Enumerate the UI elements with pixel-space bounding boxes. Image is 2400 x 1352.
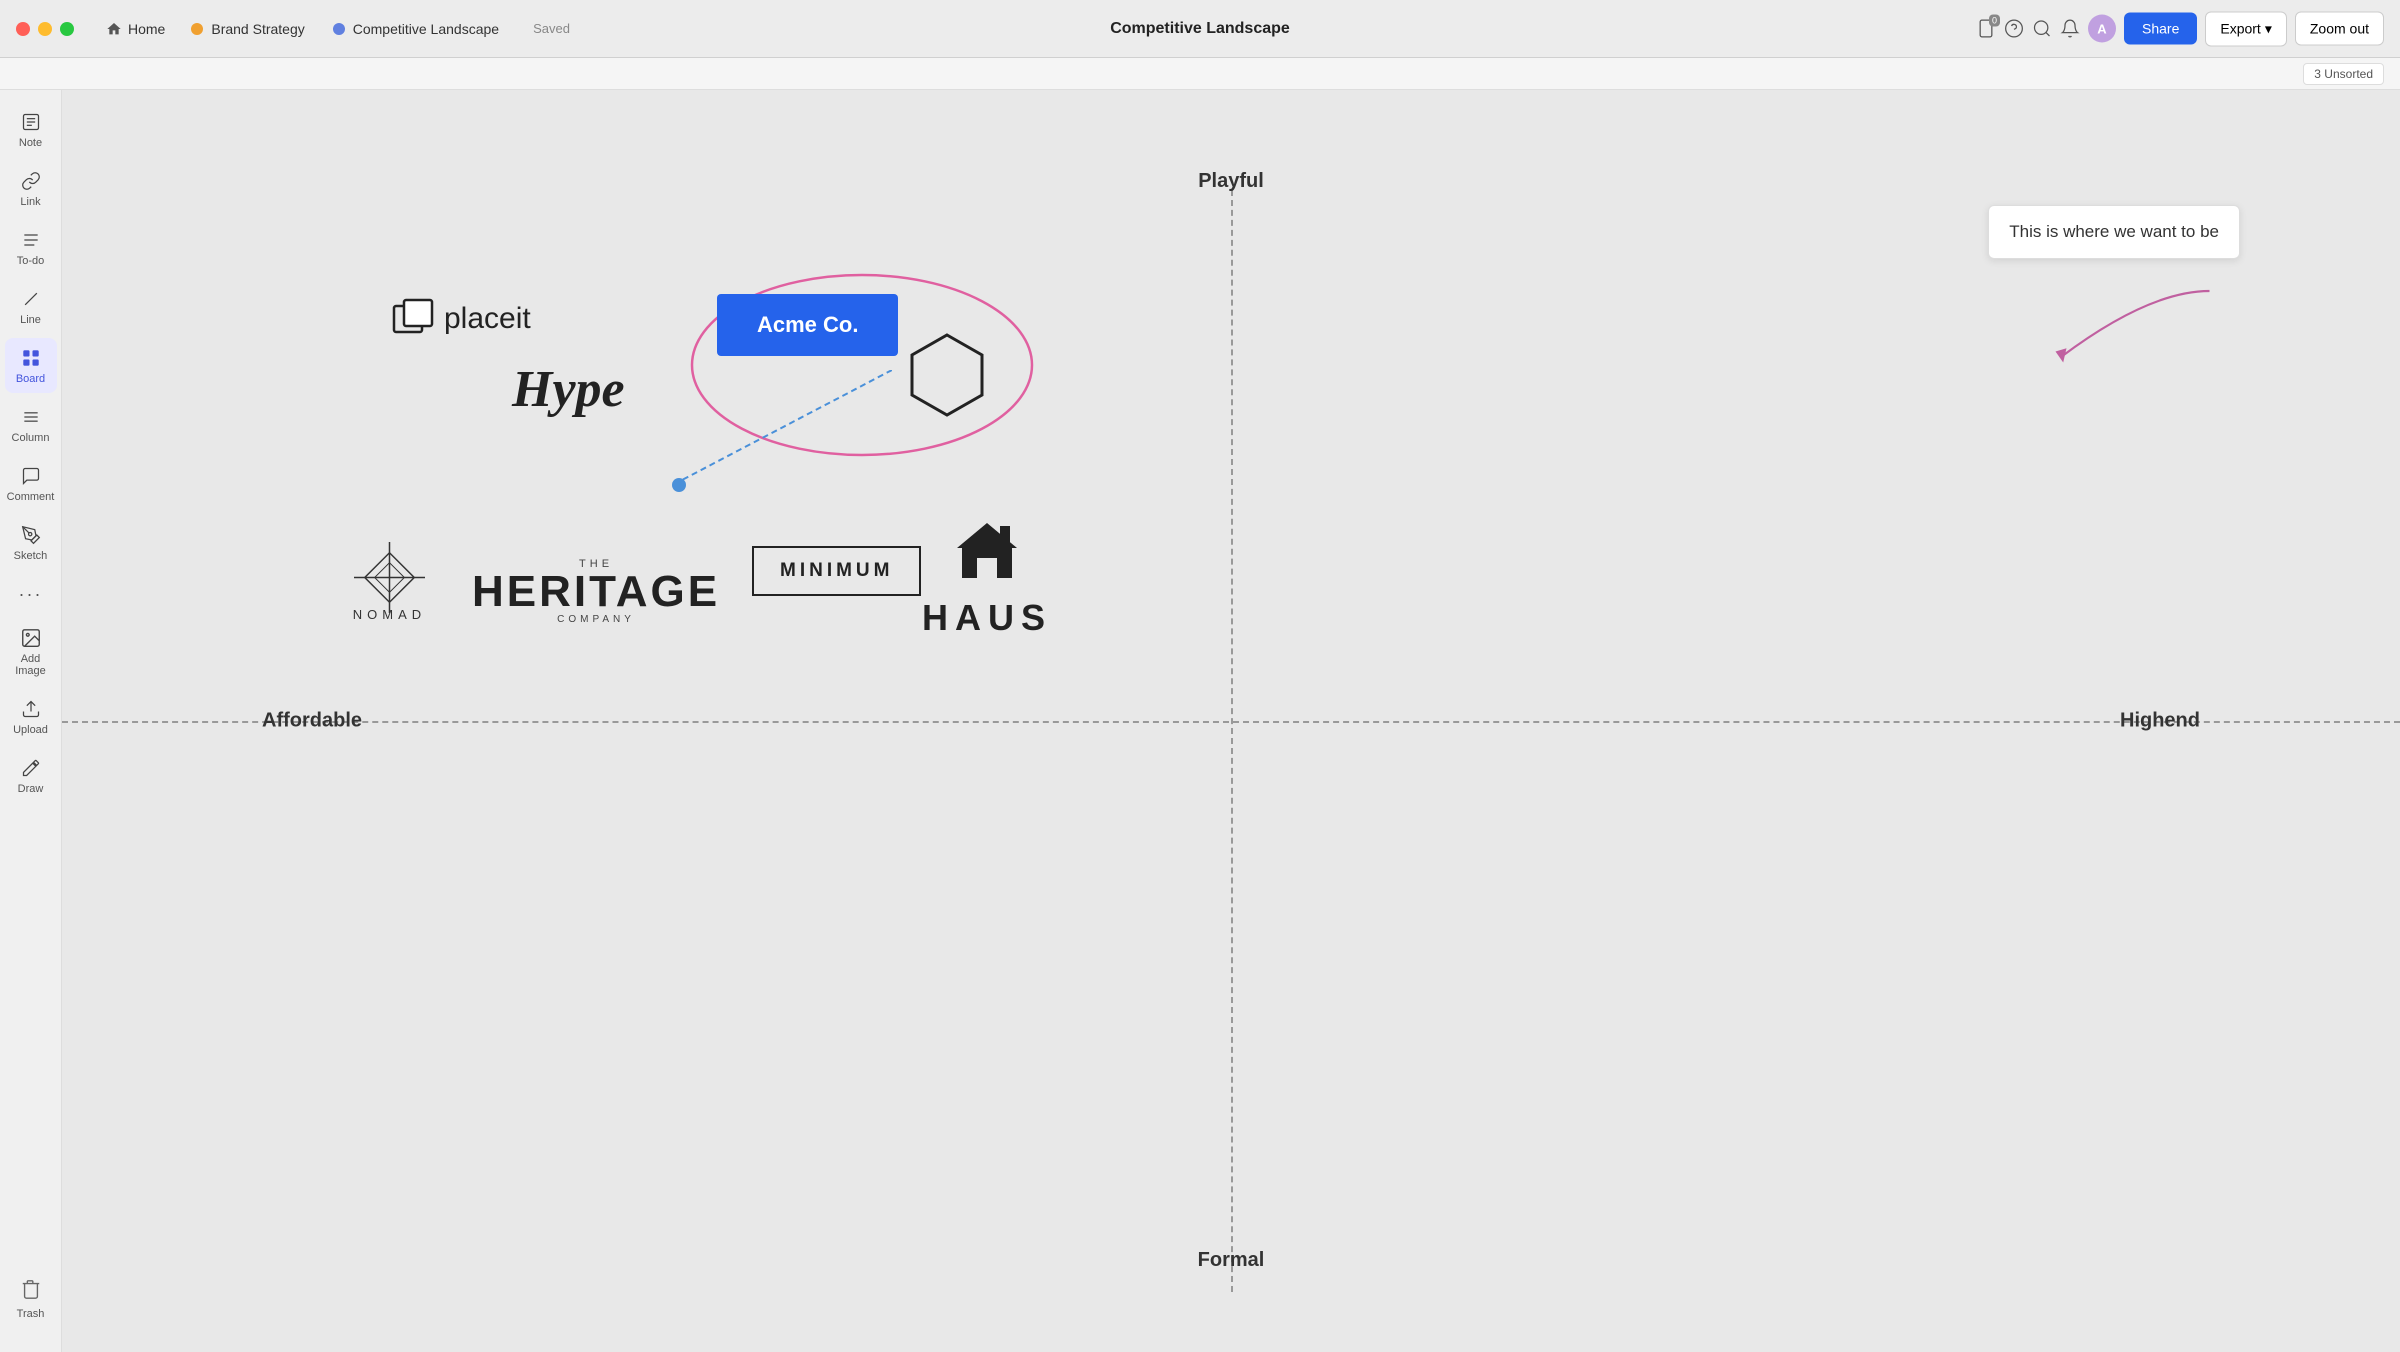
sidebar: Note Link To-do Line Board — [0, 90, 62, 1352]
close-button[interactable] — [16, 22, 30, 36]
sidebar-todo-label: To-do — [17, 255, 45, 267]
minimize-button[interactable] — [38, 22, 52, 36]
tab-brand-strategy-label: Brand Strategy — [211, 21, 304, 37]
sidebar-comment-label: Comment — [7, 491, 55, 503]
gem-icon — [902, 330, 992, 420]
sidebar-board-label: Board — [16, 373, 45, 385]
axis-vertical — [1231, 190, 1233, 1292]
upload-icon — [19, 697, 43, 721]
brand-nomad: NOMAD — [352, 540, 427, 622]
home-icon — [106, 21, 122, 37]
home-tab[interactable]: Home — [94, 15, 177, 43]
dashed-line-svg — [662, 370, 892, 490]
acme-box[interactable]: Acme Co. — [717, 294, 898, 356]
trash-icon — [20, 1278, 42, 1305]
label-affordable: Affordable — [262, 710, 362, 733]
traffic-lights — [16, 22, 74, 36]
comment-icon — [19, 464, 43, 488]
placeit-icon — [392, 298, 434, 340]
haus-icon — [952, 518, 1022, 588]
placeit-text: placeit — [444, 302, 531, 336]
haus-text: HAUS — [922, 597, 1052, 639]
device-badge: 0 — [1989, 15, 2000, 27]
sidebar-item-sketch[interactable]: Sketch — [5, 515, 57, 570]
label-formal: Formal — [1198, 1249, 1265, 1272]
tab-competitive-landscape-label: Competitive Landscape — [353, 21, 499, 37]
note-icon — [19, 110, 43, 134]
sidebar-item-todo[interactable]: To-do — [5, 220, 57, 275]
toolbar-right: 0 A Share Export ▾ Zoom out — [1976, 11, 2384, 46]
device-icon[interactable]: 0 — [1976, 19, 1996, 39]
sidebar-item-column[interactable]: Column — [5, 397, 57, 452]
search-icon[interactable] — [2032, 19, 2052, 39]
nomad-text: NOMAD — [353, 607, 426, 622]
minimum-text: MINIMUM — [780, 560, 893, 581]
sidebar-trash-label: Trash — [17, 1308, 45, 1320]
sidebar-item-draw[interactable]: Draw — [5, 748, 57, 803]
chevron-down-icon: ▾ — [2265, 20, 2272, 37]
addimage-icon — [19, 626, 43, 650]
export-button[interactable]: Export ▾ — [2205, 11, 2287, 46]
sidebar-link-label: Link — [20, 196, 40, 208]
brand-haus: HAUS — [922, 518, 1052, 639]
board-icon — [19, 346, 43, 370]
avatar[interactable]: A — [2088, 15, 2116, 43]
sidebar-note-label: Note — [19, 137, 42, 149]
line-icon — [19, 287, 43, 311]
main-layout: Note Link To-do Line Board — [0, 90, 2400, 1352]
notification-icon[interactable] — [2060, 19, 2080, 39]
sidebar-item-note[interactable]: Note — [5, 102, 57, 157]
home-label: Home — [128, 21, 165, 37]
sidebar-item-board[interactable]: Board — [5, 338, 57, 393]
page-title: Competitive Landscape — [1110, 20, 1290, 38]
brand-hype: Hype — [512, 360, 625, 419]
help-icon[interactable] — [2004, 19, 2024, 39]
tooltip-text: This is where we want to be — [2009, 222, 2219, 241]
sidebar-draw-label: Draw — [18, 783, 44, 795]
share-button[interactable]: Share — [2124, 13, 2197, 45]
brand-placeit: placeit — [392, 298, 531, 340]
sidebar-item-more[interactable]: ··· — [5, 574, 57, 614]
zoomout-button[interactable]: Zoom out — [2295, 12, 2384, 46]
tab-dot-orange — [191, 23, 203, 35]
sidebar-column-label: Column — [12, 432, 50, 444]
canvas[interactable]: Playful Formal Affordable Highend This i… — [62, 90, 2400, 1352]
sidebar-line-label: Line — [20, 314, 41, 326]
sidebar-sketch-label: Sketch — [14, 550, 48, 562]
sidebar-item-line[interactable]: Line — [5, 279, 57, 334]
acme-label: Acme Co. — [757, 312, 858, 337]
sidebar-trash[interactable]: Trash — [5, 1270, 57, 1328]
label-highend: Highend — [2120, 710, 2200, 733]
fullscreen-button[interactable] — [60, 22, 74, 36]
arrow-svg — [1995, 248, 2215, 378]
minimum-box: MINIMUM — [752, 546, 921, 596]
subtoolbar: 3 Unsorted — [0, 58, 2400, 90]
label-playful: Playful — [1198, 170, 1264, 193]
nomad-diamond-icon — [352, 540, 427, 615]
unsorted-badge[interactable]: 3 Unsorted — [2303, 63, 2384, 85]
tab-dot-blue — [333, 23, 345, 35]
center-dot — [672, 478, 686, 492]
sidebar-item-addimage[interactable]: Add Image — [5, 618, 57, 685]
sidebar-addimage-label: Add Image — [11, 653, 51, 677]
saved-label: Saved — [533, 21, 570, 36]
link-icon — [19, 169, 43, 193]
hype-text: Hype — [512, 360, 625, 419]
sidebar-item-comment[interactable]: Comment — [5, 456, 57, 511]
sidebar-upload-label: Upload — [13, 724, 48, 736]
column-icon — [19, 405, 43, 429]
draw-icon — [19, 756, 43, 780]
brand-gem — [902, 330, 992, 420]
tab-competitive-landscape[interactable]: Competitive Landscape — [319, 15, 513, 43]
sidebar-item-link[interactable]: Link — [5, 161, 57, 216]
brand-minimum: MINIMUM — [752, 546, 921, 596]
titlebar: Home Brand Strategy Competitive Landscap… — [0, 0, 2400, 58]
more-icon: ··· — [19, 582, 43, 606]
sidebar-item-upload[interactable]: Upload — [5, 689, 57, 744]
todo-icon — [19, 228, 43, 252]
sketch-icon — [19, 523, 43, 547]
tab-brand-strategy[interactable]: Brand Strategy — [177, 15, 318, 43]
brand-heritage: THE HERITAGE COMPANY — [472, 558, 720, 625]
heritage-main-text: HERITAGE — [472, 570, 720, 614]
